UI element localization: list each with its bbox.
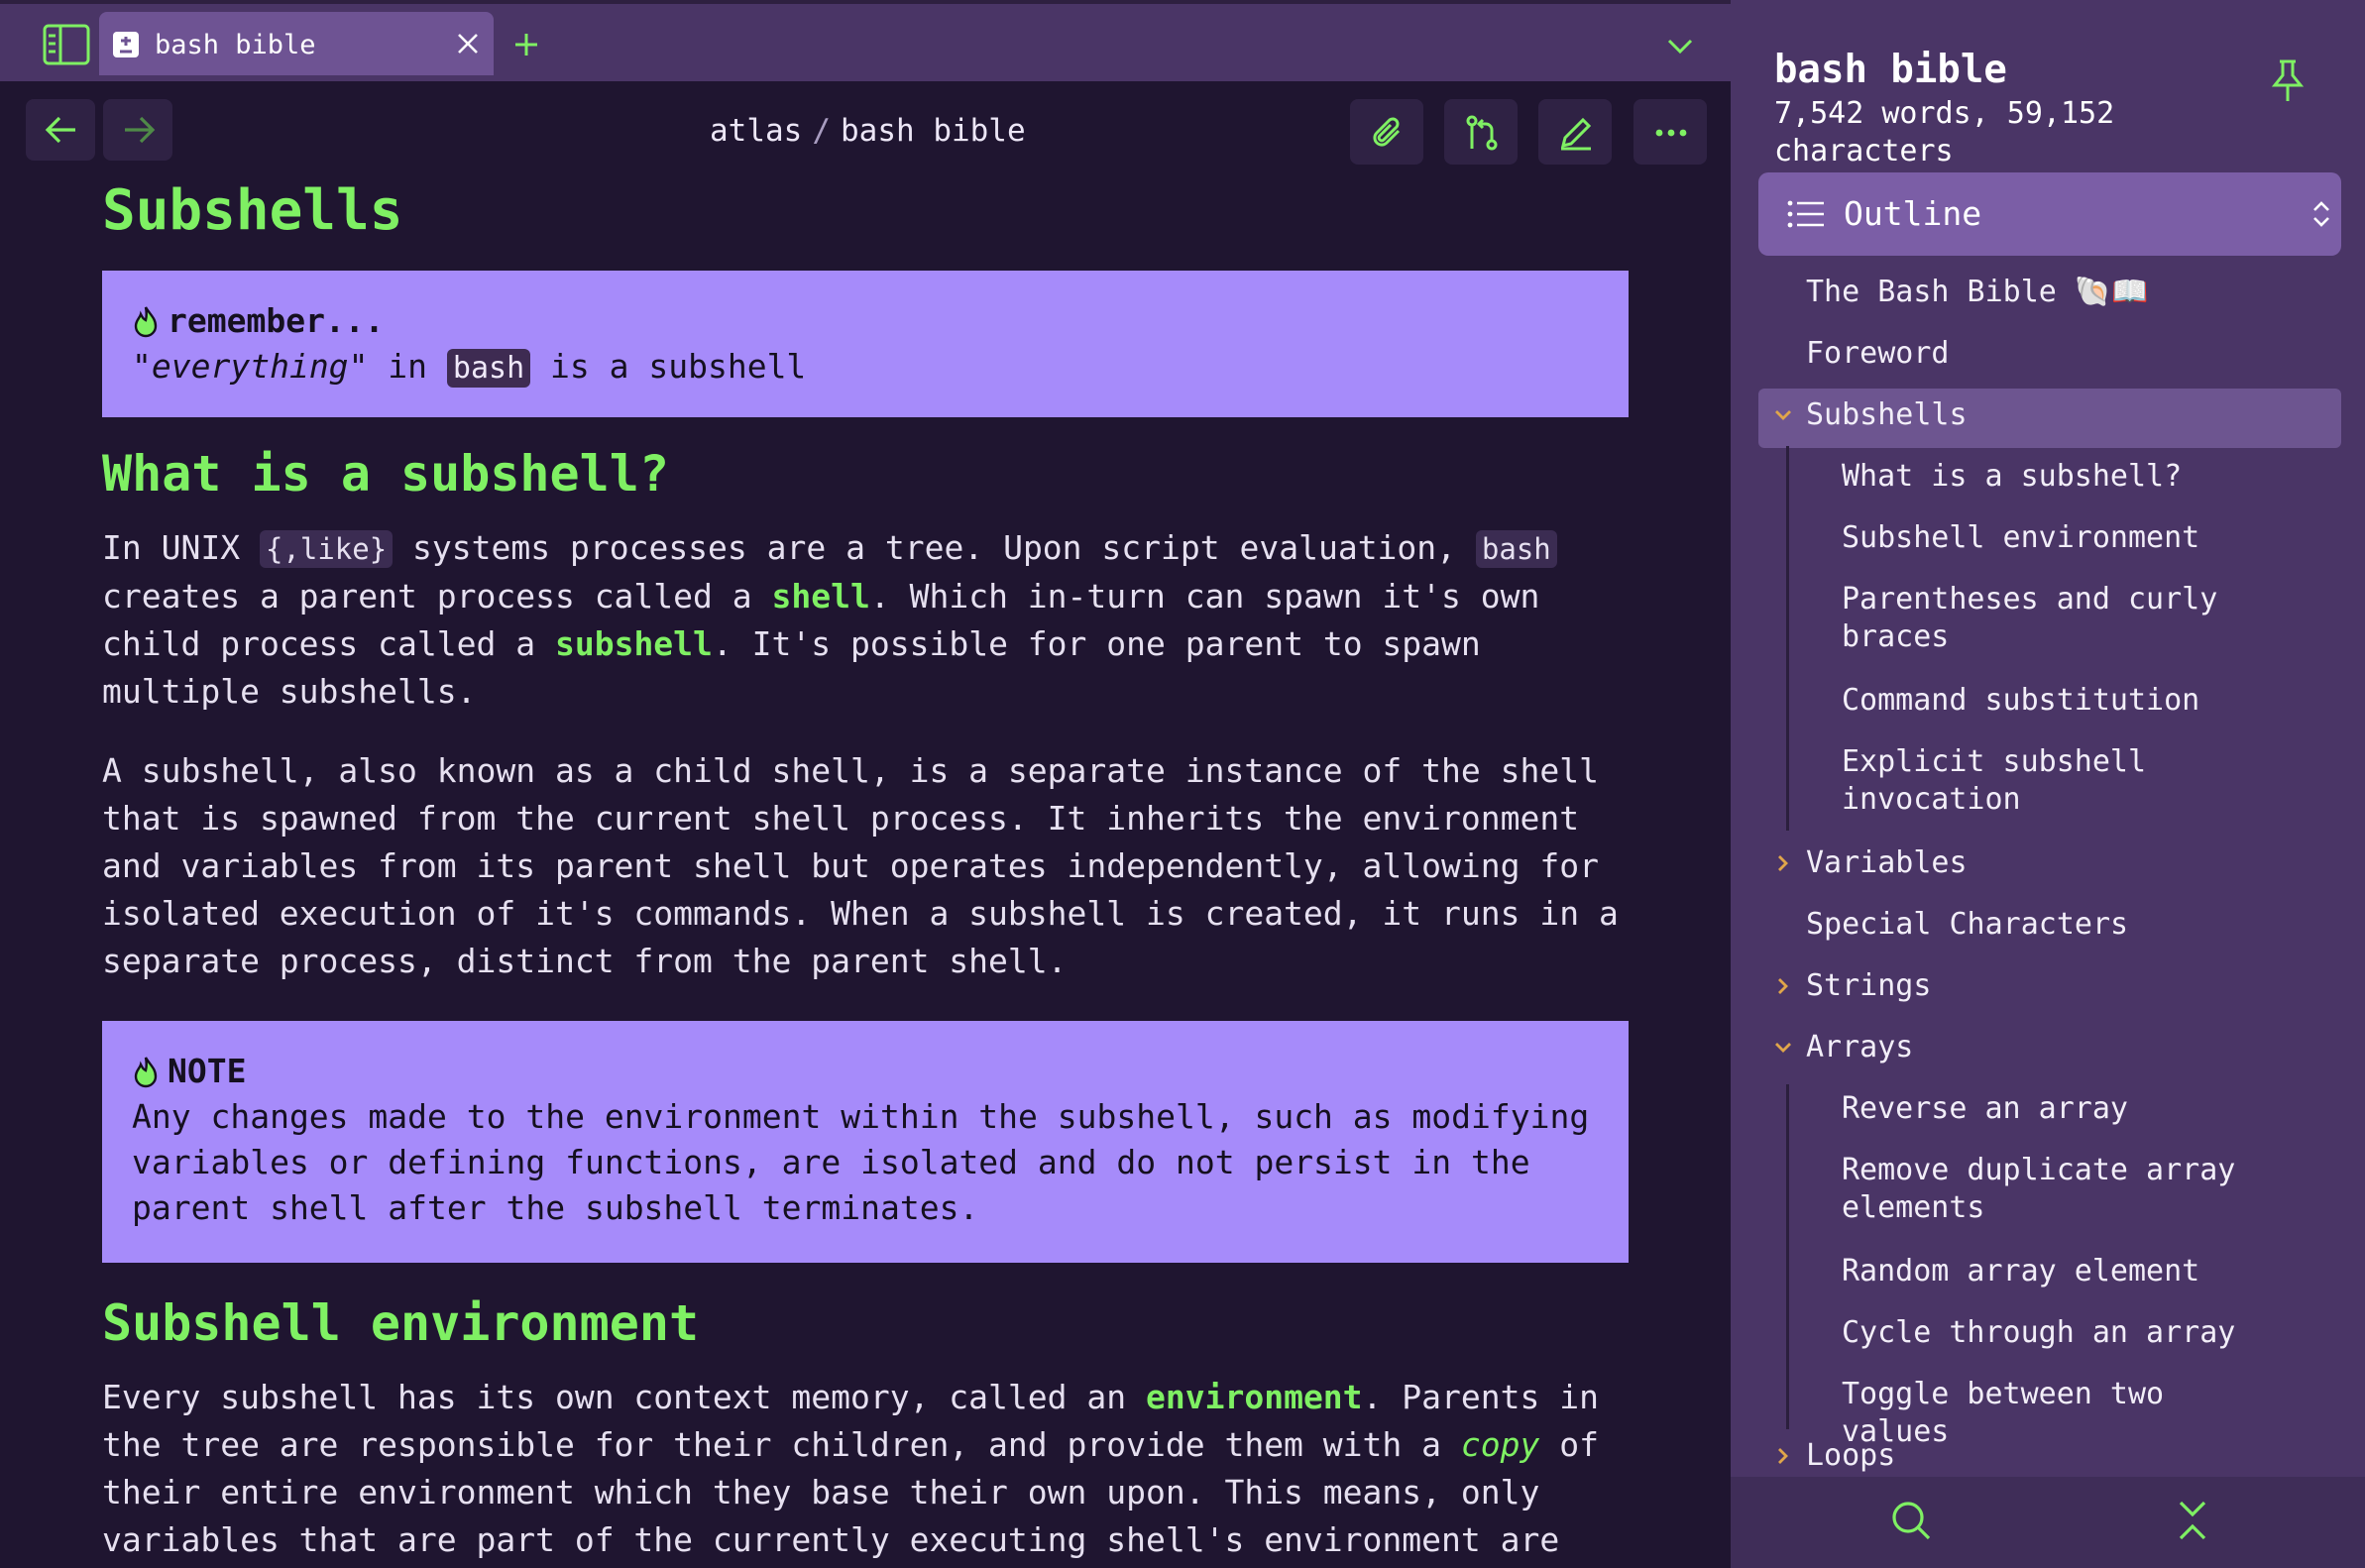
- document-body: Subshells remember... "everything" in ba…: [102, 178, 1629, 1568]
- content-pane: atlas / bash bible Subshells remember... "…: [0, 81, 1731, 1568]
- outline-item[interactable]: Strings: [1806, 967, 2321, 1005]
- callout-text: Any changes made to the environment with…: [132, 1097, 1590, 1227]
- list-icon: [1786, 198, 1826, 234]
- outline-item[interactable]: Special Characters: [1806, 906, 2321, 944]
- indent-guide: [1786, 446, 1789, 831]
- panel-title: bash bible: [1774, 48, 2007, 92]
- note-callout: NOTE Any changes made to the environment…: [102, 1021, 1629, 1263]
- more-button[interactable]: [1633, 99, 1707, 165]
- inline-code: bash: [446, 349, 531, 388]
- view-select[interactable]: Outline: [1758, 172, 2341, 256]
- outline-item[interactable]: What is a subshell?: [1842, 458, 2258, 496]
- outline-item[interactable]: Loops: [1806, 1437, 2321, 1475]
- word-count: 7,542 words, 59,152 characters: [1774, 96, 2115, 168]
- callout-title: remember...: [132, 298, 1599, 344]
- more-icon: [1655, 129, 1687, 137]
- chevron-right-icon[interactable]: [1772, 975, 1794, 997]
- outline-item[interactable]: Explicit subshell invocation: [1842, 743, 2258, 819]
- highlight-subshell: subshell: [554, 624, 713, 663]
- callout-title-text: NOTE: [168, 1052, 247, 1090]
- chevron-down-icon[interactable]: [1772, 404, 1794, 426]
- breadcrumb-root[interactable]: atlas: [710, 113, 802, 149]
- text-run: Every subshell has its own context memor…: [102, 1378, 1146, 1416]
- callout-text: "everything" in bash is a subshell: [132, 344, 1599, 392]
- branch-button[interactable]: [1444, 99, 1518, 165]
- pencil-icon: [1560, 117, 1592, 151]
- flame-icon: [134, 1057, 158, 1088]
- remember-callout: remember... "everything" in bash is a su…: [102, 271, 1629, 417]
- updown-icon: [2309, 198, 2333, 234]
- breadcrumb-page[interactable]: bash bible: [841, 113, 1026, 149]
- tab-bash-bible[interactable]: bash bible: [99, 12, 494, 75]
- chevron-right-icon[interactable]: [1772, 1445, 1794, 1467]
- plus-icon[interactable]: [511, 30, 541, 63]
- search-icon[interactable]: [1889, 1499, 1933, 1546]
- heading-what-is-a-subshell: What is a subshell?: [102, 445, 669, 503]
- chevron-down-icon[interactable]: [1665, 34, 1695, 61]
- text-run: systems processes are a tree. Upon scrip…: [393, 528, 1476, 567]
- arrow-right-icon: [125, 116, 156, 144]
- outline-item[interactable]: Foreword: [1806, 335, 2321, 373]
- heading-subshell-environment: Subshell environment: [102, 1294, 700, 1352]
- back-button[interactable]: [26, 99, 95, 161]
- text-run: creates a parent process called a: [102, 577, 772, 616]
- chevron-down-icon[interactable]: [1772, 1037, 1794, 1059]
- document-icon: [111, 30, 141, 63]
- panel-bottom-bar: [1731, 1477, 2365, 1568]
- outline-item[interactable]: Random array element: [1842, 1253, 2258, 1290]
- highlight-environment: environment: [1146, 1378, 1363, 1416]
- sidebar-toggle-icon[interactable]: [42, 22, 91, 69]
- outline-item[interactable]: Parentheses and curly braces: [1842, 581, 2258, 656]
- paperclip-icon: [1373, 117, 1401, 147]
- emphasis-copy: copy: [1460, 1425, 1540, 1464]
- view-select-label: Outline: [1844, 194, 1982, 233]
- callout-rest: is a subshell: [530, 347, 807, 386]
- text-run: In UNIX: [102, 528, 260, 567]
- emphasis-text: everything: [151, 347, 349, 386]
- outline-item[interactable]: Reverse an array: [1842, 1090, 2258, 1128]
- git-branch-icon: [1466, 115, 1498, 151]
- flame-icon: [134, 306, 158, 338]
- inline-code: bash: [1475, 530, 1557, 568]
- pin-icon[interactable]: [2268, 57, 2308, 109]
- outline-item[interactable]: Command substitution: [1842, 682, 2258, 720]
- chevron-right-icon[interactable]: [1772, 852, 1794, 874]
- inline-code: {,like}: [259, 530, 394, 568]
- outline-item[interactable]: Cycle through an array: [1842, 1314, 2258, 1352]
- callout-title: NOTE: [132, 1049, 1599, 1094]
- outline-item[interactable]: Subshell environment: [1842, 519, 2258, 557]
- forward-button[interactable]: [103, 99, 172, 161]
- highlight-shell: shell: [771, 577, 870, 616]
- arrow-left-icon: [45, 116, 75, 144]
- page-title: Subshells: [102, 178, 403, 243]
- tab-label: bash bible: [155, 30, 316, 60]
- outline-item[interactable]: Remove duplicate array elements: [1842, 1152, 2258, 1227]
- attach-button[interactable]: [1350, 99, 1423, 165]
- indent-guide: [1786, 1084, 1789, 1429]
- close-icon[interactable]: [454, 30, 482, 61]
- edit-button[interactable]: [1538, 99, 1612, 165]
- outline-item[interactable]: Variables: [1806, 844, 2321, 882]
- outline-item[interactable]: The Bash Bible 🐚📖: [1806, 274, 2321, 311]
- quote-close: " in: [348, 347, 447, 386]
- collapse-icon[interactable]: [2175, 1499, 2210, 1546]
- quote-open: ": [132, 347, 152, 386]
- breadcrumb: atlas / bash bible: [710, 113, 1026, 149]
- callout-title-text: remember...: [168, 301, 385, 340]
- paragraph-environment: Every subshell has its own context memor…: [102, 1374, 1629, 1568]
- outline-panel: bash bible 7,542 words, 59,152 character…: [1731, 0, 2365, 1568]
- outline-item[interactable]: Arrays: [1806, 1029, 2321, 1066]
- outline-item[interactable]: Subshells: [1806, 396, 2321, 434]
- paragraph-unix-tree: In UNIX {,like} systems processes are a …: [102, 524, 1629, 716]
- paragraph-child-shell: A subshell, also known as a child shell,…: [102, 751, 1619, 980]
- breadcrumb-separator: /: [812, 113, 831, 149]
